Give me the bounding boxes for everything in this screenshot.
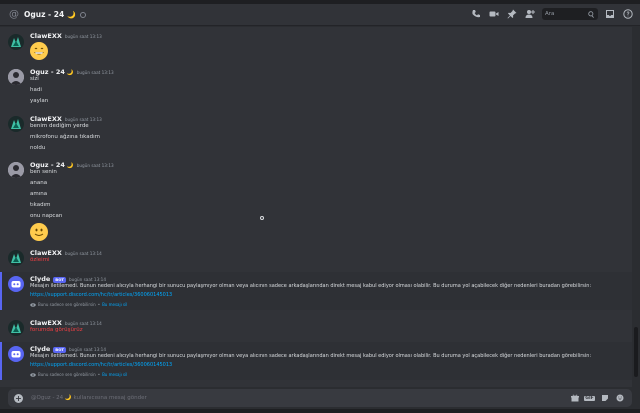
support-link[interactable]: https://support.discord.com/hc/tr/articl… [30, 362, 172, 368]
gif-label: GIF [584, 395, 595, 401]
eye-icon [30, 302, 36, 307]
message: ClawEXX bugün saat 13:13 benim dediğim y… [0, 114, 632, 154]
header-toolbar: Ara [470, 8, 634, 20]
help-icon[interactable] [622, 8, 634, 20]
slightly-smiling-emoji-icon [30, 223, 48, 241]
message-text: Mesajın iletilemedi. Bunun nedeni alıcıy… [30, 353, 592, 359]
message: ClawEXX bugün saat 13:14 forumda görüşür… [0, 318, 632, 338]
ephemeral-note: Bunu sadece sen görebilirsin • Bu mesajı… [30, 302, 127, 307]
failed-message-text: özleimi [30, 257, 50, 263]
avatar[interactable] [8, 34, 24, 50]
message-text: onu napcan [30, 213, 63, 219]
message-composer[interactable]: + @Oguz - 24 🌙 kullanıcısına mesaj gönde… [8, 389, 632, 407]
composer-tools: GIF [570, 394, 624, 403]
author-name[interactable]: Oguz - 24 [30, 68, 65, 76]
message-text: mikrofonu ağzına tıkadım [30, 134, 100, 140]
author-name[interactable]: Oguz - 24 [30, 161, 65, 169]
message: ClawEXX bugün saat 13:14 özleimi [0, 248, 632, 268]
search-icon [588, 10, 594, 18]
message: Oguz - 24 🌙 bugün saat 13:13 sizi hadi y… [0, 67, 632, 107]
search-input[interactable]: Ara [542, 8, 598, 20]
author-name[interactable]: ClawEXX [30, 32, 62, 40]
message-text: noldu [30, 145, 46, 151]
status-offline-icon [79, 11, 86, 18]
failed-message-text: forumda görüşürüz [30, 327, 83, 333]
author-name[interactable]: ClawEXX [30, 249, 62, 257]
message-text: benim dediğim yerde [30, 123, 89, 129]
moon-icon: 🌙 [66, 70, 74, 76]
message-text: Mesajın iletilemedi. Bunun nedeni alıcıy… [30, 283, 592, 289]
message-text: tıkadım [30, 202, 51, 208]
emoji-icon[interactable] [615, 394, 624, 403]
ephemeral-note-text: Bunu sadece sen görebilirsin [38, 372, 96, 377]
author-name[interactable]: Clyde [30, 345, 50, 353]
pin-icon[interactable] [506, 8, 518, 20]
grinning-emoji-icon [30, 42, 48, 60]
timestamp: bugün saat 13:14 [69, 347, 106, 352]
channel-header: @ Oguz - 24 🌙 Ara [0, 4, 640, 26]
voice-call-icon[interactable] [470, 8, 482, 20]
avatar[interactable] [8, 69, 24, 85]
message: Clyde BOT bugün saat 13:14 Mesajın ileti… [0, 274, 632, 310]
message: Clyde BOT bugün saat 13:14 Mesajın ileti… [0, 344, 632, 380]
dismiss-message-link[interactable]: Bu mesajı sil [102, 302, 127, 307]
timestamp: bugün saat 13:14 [64, 251, 102, 256]
timestamp: bugün saat 13:13 [76, 163, 114, 168]
timestamp: bugün saat 13:13 [76, 70, 114, 75]
search-placeholder: Ara [545, 11, 555, 17]
message-text: anana [30, 180, 48, 186]
timestamp: bugün saat 13:13 [64, 117, 102, 122]
message-list[interactable]: ClawEXX bugün saat 13:13 Oguz - 24 🌙 bug… [0, 27, 632, 387]
message-text: sizi [30, 76, 39, 82]
scrollbar-thumb[interactable] [634, 327, 638, 377]
dismiss-message-link[interactable]: Bu mesajı sil [102, 372, 127, 377]
author-name[interactable]: Clyde [30, 275, 50, 283]
upload-plus-icon[interactable]: + [14, 393, 23, 403]
message-text: hadi [30, 87, 42, 93]
taskbar-strip [0, 409, 640, 413]
mouse-cursor-icon [260, 216, 264, 220]
message-text: amına [30, 191, 48, 197]
message: Oguz - 24 🌙 bugün saat 13:13 ben senin a… [0, 160, 632, 241]
author-name[interactable]: ClawEXX [30, 115, 62, 123]
message-text: yaylan [30, 98, 49, 104]
author-name[interactable]: ClawEXX [30, 319, 62, 327]
avatar[interactable] [8, 162, 24, 178]
channel-title: Oguz - 24 [24, 10, 65, 19]
inbox-icon[interactable] [604, 8, 616, 20]
gif-button[interactable]: GIF [584, 394, 595, 403]
scrollbar[interactable] [632, 27, 640, 387]
ephemeral-note: Bunu sadece sen görebilirsin • Bu mesajı… [30, 372, 127, 377]
at-sign-icon: @ [9, 8, 19, 20]
message: ClawEXX bugün saat 13:13 [0, 31, 632, 61]
timestamp: bugün saat 13:14 [69, 277, 106, 282]
video-call-icon[interactable] [488, 8, 500, 20]
add-friend-icon[interactable] [524, 8, 536, 20]
gift-icon[interactable] [570, 394, 579, 403]
timestamp: bugün saat 13:14 [64, 321, 102, 326]
eye-icon [30, 372, 36, 377]
avatar[interactable] [8, 320, 24, 336]
avatar[interactable] [8, 116, 24, 132]
timestamp: bugün saat 13:13 [64, 34, 102, 39]
ephemeral-note-text: Bunu sadece sen görebilirsin [38, 302, 96, 307]
avatar[interactable] [8, 250, 24, 266]
clyde-avatar[interactable] [8, 276, 24, 292]
message-text: ben senin [30, 169, 57, 175]
clyde-avatar[interactable] [8, 346, 24, 362]
sticker-icon[interactable] [600, 394, 609, 403]
support-link[interactable]: https://support.discord.com/hc/tr/articl… [30, 292, 172, 298]
moon-icon: 🌙 [66, 163, 74, 169]
moon-icon: 🌙 [67, 10, 76, 19]
composer-placeholder: @Oguz - 24 🌙 kullanıcısına mesaj gönder [31, 395, 147, 401]
